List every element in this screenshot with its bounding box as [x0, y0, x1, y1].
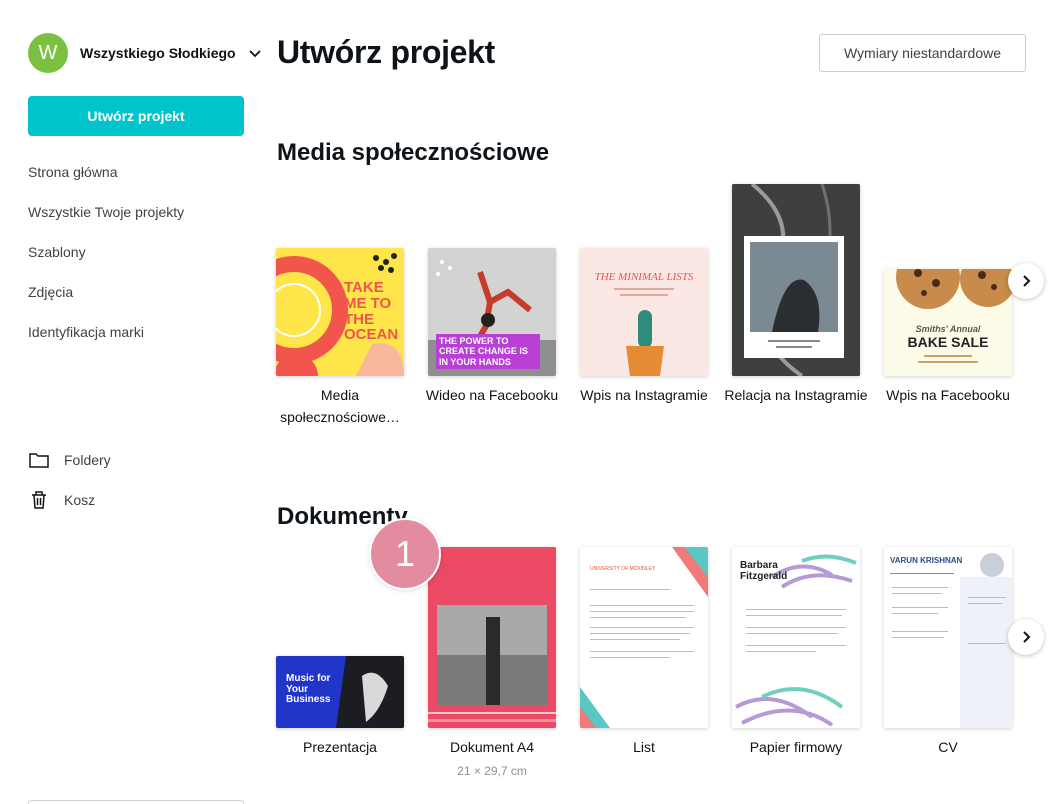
account-name: Wszystkiego Słodkiego — [80, 45, 236, 61]
section-title-social: Media społecznościowe — [277, 139, 550, 166]
thumb-caption-box: THE POWER TO CREATE CHANGE IS IN YOUR HA… — [436, 334, 540, 370]
trash-label: Kosz — [64, 492, 96, 508]
thumb-line — [892, 607, 948, 608]
sidebar-item-photos[interactable]: Zdjęcia — [28, 272, 184, 312]
card-label: Dokument A4 — [449, 739, 535, 755]
thumbnail: Barbara Fitzgerald — [732, 547, 860, 728]
thumb-line — [892, 587, 948, 588]
thumbnail: VARUN KRISHNAN — [884, 547, 1012, 728]
thumb-line — [590, 639, 680, 640]
thumb-line — [746, 633, 838, 634]
thumbnail: THE POWER TO CREATE CHANGE IS IN YOUR HA… — [428, 248, 556, 376]
thumbnail — [428, 547, 556, 728]
thumbnail — [732, 184, 860, 376]
thumb-title: TAKE ME TO THE OCEAN — [344, 279, 399, 344]
sidebar-item-templates[interactable]: Szablony — [28, 232, 184, 272]
thumb-line — [590, 633, 690, 634]
thumb-line — [968, 603, 1002, 604]
card-label: Wideo na Facebooku — [425, 387, 559, 403]
sidebar-item-all-designs[interactable]: Wszystkie Twoje projekty — [28, 192, 184, 232]
thumb-line — [892, 631, 948, 632]
thumb-title: UNIVERSITY OF MCKINLEY — [590, 566, 656, 572]
card-label: Wpis na Instagramie — [580, 387, 708, 403]
create-design-button[interactable]: Utwórz projekt — [28, 96, 244, 136]
thumb-line — [590, 617, 686, 618]
thumb-line — [892, 637, 944, 638]
sidebar-item-brand-kit[interactable]: Identyfikacja marki — [28, 312, 184, 352]
card-label: Papier firmowy — [749, 739, 843, 755]
thumb-line — [746, 651, 816, 652]
thumb-line — [590, 651, 694, 652]
card-label: Prezentacja — [303, 739, 377, 755]
letter-decoration — [580, 547, 708, 728]
thumb-line — [968, 643, 1006, 644]
sidebar-bottom-panel[interactable] — [28, 800, 244, 804]
sidebar-item-home[interactable]: Strona główna — [28, 152, 184, 192]
card-label: List — [633, 739, 655, 755]
thumbnail: Music for Your Business — [276, 656, 404, 728]
thumb-line — [590, 589, 670, 590]
chevron-right-icon — [1023, 275, 1031, 287]
thumbnail: THE MINIMAL LISTS — [580, 248, 708, 376]
thumb-line — [590, 627, 694, 628]
sidebar-item-folders[interactable]: Foldery — [28, 440, 111, 480]
card-label: Media społecznościowe… — [280, 387, 400, 425]
avatar: W — [28, 33, 68, 73]
tower-photo — [428, 605, 556, 722]
thumb-line — [924, 355, 972, 357]
thumb-title: THE POWER TO CREATE CHANGE IS IN YOUR HA… — [439, 336, 528, 367]
thumb-line — [918, 361, 978, 363]
thumb-line — [746, 627, 846, 628]
thumbnail: Smiths' Annual BAKE SALE — [884, 269, 1012, 376]
page-title: Utwórz projekt — [277, 34, 496, 70]
thumbnail: UNIVERSITY OF MCKINLEY — [580, 547, 708, 728]
thumb-title: Barbara Fitzgerald — [740, 560, 788, 582]
card-label: CV — [938, 739, 958, 755]
folder-icon — [29, 453, 49, 468]
thumb-line — [590, 605, 694, 606]
folders-label: Foldery — [64, 452, 111, 468]
thumb-title: Music for Your Business — [286, 673, 331, 705]
sidebar-item-trash[interactable]: Kosz — [28, 480, 111, 520]
thumb-line — [746, 609, 846, 610]
thumb-line — [892, 593, 942, 594]
account-switcher[interactable]: W Wszystkiego Słodkiego — [28, 33, 262, 73]
card-dimensions: 21 × 29,7 cm — [457, 764, 527, 778]
thumb-title: BAKE SALE — [907, 334, 989, 350]
thumb-line — [746, 615, 842, 616]
sidebar-secondary: Foldery Kosz — [28, 440, 111, 520]
thumb-line — [590, 657, 670, 658]
cookies-illustration — [896, 269, 1012, 309]
trash-icon — [32, 491, 46, 509]
thumb-line — [590, 611, 694, 612]
documents-next-button[interactable] — [1008, 619, 1044, 655]
thumb-title: VARUN KRISHNAN — [890, 556, 963, 565]
chevron-down-icon — [248, 50, 261, 58]
step-badge: 1 — [369, 518, 441, 590]
thumbnail: TAKE ME TO THE OCEAN — [276, 248, 404, 376]
sidebar: W Wszystkiego Słodkiego Utwórz projekt S… — [0, 0, 262, 804]
card-label: Relacja na Instagramie — [724, 387, 868, 403]
social-next-button[interactable] — [1008, 263, 1044, 299]
custom-dimensions-button[interactable]: Wymiary niestandardowe — [819, 34, 1026, 72]
chevron-right-icon — [1023, 631, 1031, 643]
thumb-line — [968, 597, 1006, 598]
thumb-line — [746, 645, 846, 646]
cactus-illustration — [626, 310, 664, 376]
thumb-line — [892, 613, 938, 614]
road-photo — [732, 184, 860, 376]
card-label: Wpis na Facebooku — [886, 387, 1010, 403]
sidebar-nav: Strona główna Wszystkie Twoje projekty S… — [28, 152, 184, 352]
